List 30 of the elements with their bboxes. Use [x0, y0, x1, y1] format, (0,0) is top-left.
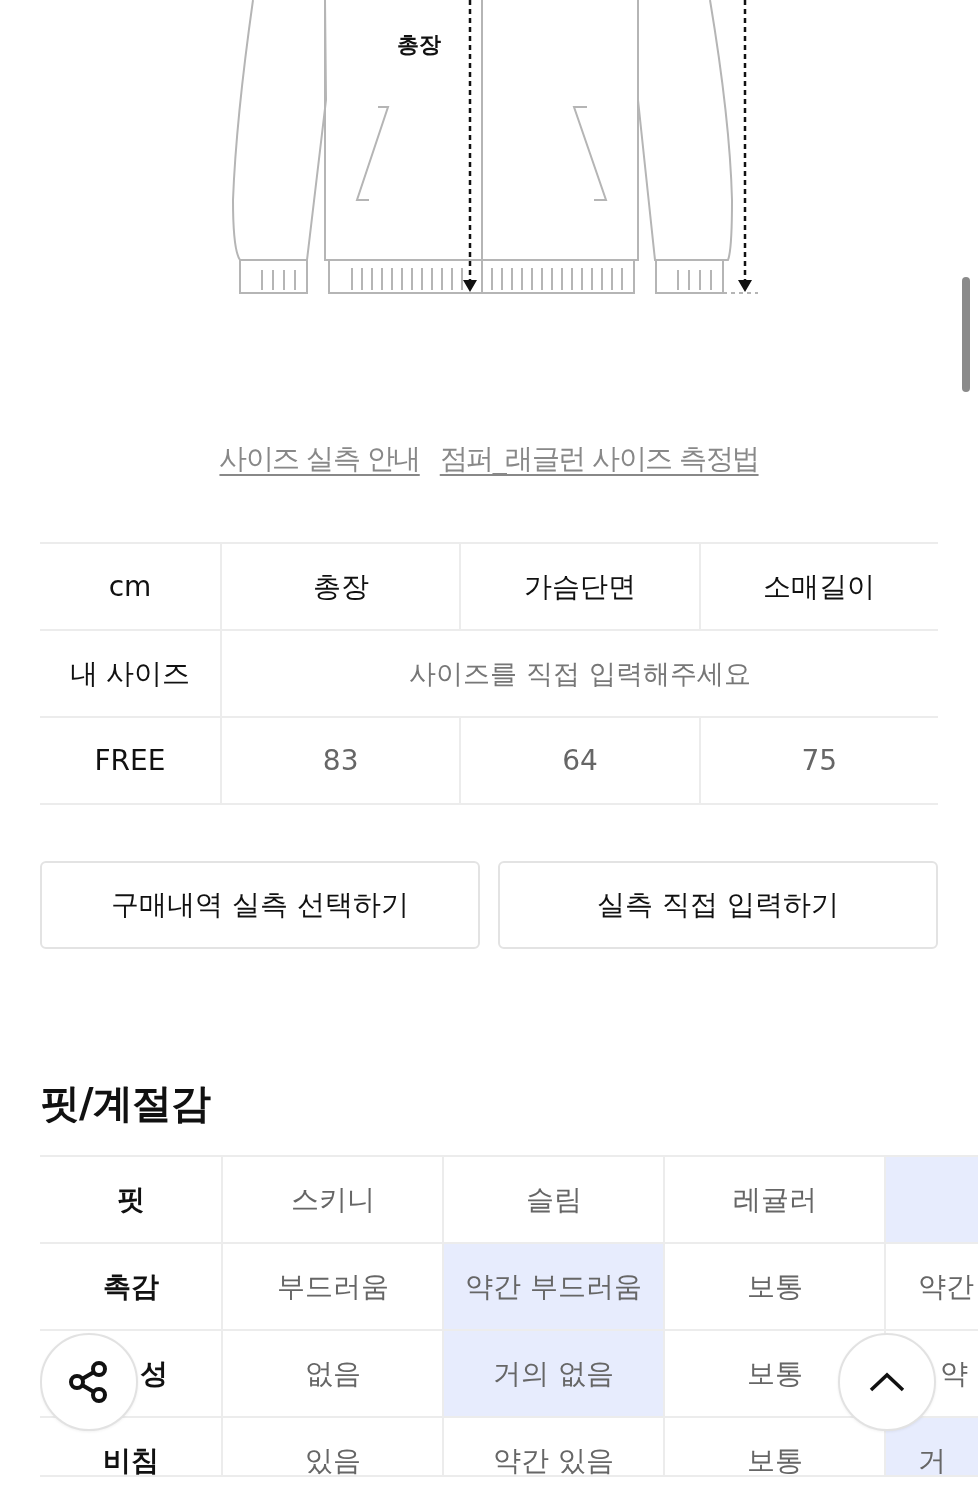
- table-cell: 83: [220, 718, 460, 803]
- option-cell: 거의 없음: [442, 1331, 663, 1416]
- row-label: FREE: [93, 743, 167, 779]
- column-header: 총장: [220, 544, 460, 629]
- guide-link[interactable]: 사이즈 실측 안내: [219, 440, 420, 478]
- row-label: 핏: [116, 1181, 145, 1218]
- table-cell: 64: [459, 718, 699, 803]
- guide-link[interactable]: 점퍼_래글런 사이즈 측정법: [439, 440, 759, 478]
- option-cell: 거: [884, 1418, 978, 1475]
- measure-button[interactable]: 실측 직접 입력하기: [498, 861, 938, 949]
- length-label: 총장: [397, 31, 441, 59]
- row-label: 비침: [102, 1442, 159, 1475]
- option-cell: 슬림: [442, 1157, 663, 1242]
- row-label: 촉감: [102, 1268, 159, 1305]
- scrollbar[interactable]: [962, 277, 970, 392]
- option-cell: 약간: [884, 1244, 978, 1329]
- option-cell: 약간 부드러움: [442, 1244, 663, 1329]
- option-cell: 있음: [221, 1418, 442, 1475]
- row-label: 내 사이즈: [68, 655, 192, 692]
- measure-button[interactable]: 구매내역 실측 선택하기: [40, 861, 480, 949]
- option-cell: 보통: [663, 1244, 884, 1329]
- option-cell: 스키니: [221, 1157, 442, 1242]
- row-label: 성: [140, 1355, 168, 1392]
- column-header: cm: [107, 569, 153, 605]
- table-cell: 75: [698, 718, 938, 803]
- section-title: 핏/계절감: [40, 1079, 212, 1128]
- column-header: 소매길이: [698, 544, 938, 629]
- chevron-up-icon: [867, 1370, 907, 1394]
- option-cell: 약간 있음: [442, 1418, 663, 1475]
- column-header: 가슴단면: [459, 544, 699, 629]
